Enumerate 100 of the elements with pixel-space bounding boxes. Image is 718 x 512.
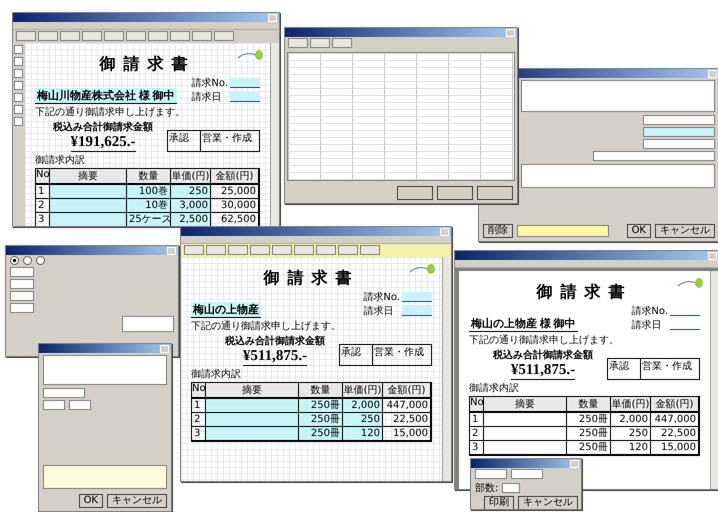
total-label: 税込み合計御請求金額 xyxy=(225,334,325,348)
table-cell: 250冊 xyxy=(567,441,611,455)
input-field[interactable] xyxy=(643,127,715,137)
action-button[interactable] xyxy=(477,186,513,200)
toolbar-button[interactable] xyxy=(228,245,248,255)
close-icon[interactable] xyxy=(268,14,277,22)
format-field[interactable] xyxy=(43,465,167,489)
toolbar-button[interactable] xyxy=(206,245,226,255)
scrollbar[interactable] xyxy=(710,271,718,489)
ok-button[interactable]: OK xyxy=(78,494,103,508)
date-field[interactable] xyxy=(517,225,609,237)
toolbar-button[interactable] xyxy=(360,245,380,255)
close-icon[interactable] xyxy=(167,246,176,254)
invoice-date-label: 請求日 xyxy=(363,304,394,318)
cancel-button[interactable]: キャンセル xyxy=(107,494,167,508)
preview-box xyxy=(122,316,174,332)
toolbar-button[interactable] xyxy=(332,38,352,48)
column-header: 摘要 xyxy=(484,397,567,413)
toolbar-button[interactable] xyxy=(184,245,204,255)
table-cell: 250冊 xyxy=(567,413,611,427)
invoice-number-field xyxy=(230,78,260,88)
column-header: No xyxy=(36,169,50,185)
input-field[interactable] xyxy=(10,303,34,313)
close-icon[interactable] xyxy=(570,460,579,468)
input-field[interactable] xyxy=(43,388,85,398)
invoice-title: 御請求書 xyxy=(98,54,196,75)
text-area[interactable] xyxy=(521,80,715,112)
table-cell: 2,500 xyxy=(171,213,211,226)
toolbar-button[interactable] xyxy=(148,31,168,41)
table-cell: 22,500 xyxy=(383,413,431,427)
table-cell: 15,000 xyxy=(651,441,699,455)
toolbar-button[interactable] xyxy=(294,245,314,255)
toolbar-button[interactable] xyxy=(104,31,124,41)
delete-button[interactable]: 削除 xyxy=(483,224,513,238)
radio-button[interactable] xyxy=(10,256,19,265)
close-icon[interactable] xyxy=(440,228,449,236)
toolbar-button[interactable] xyxy=(250,245,270,255)
cancel-button[interactable]: キャンセル xyxy=(518,496,578,509)
toolbar-button[interactable] xyxy=(192,31,212,41)
invoice-note: 下記の通り御請求申し上げます。 xyxy=(35,106,186,119)
input-field[interactable] xyxy=(69,400,91,410)
toolbar-button[interactable] xyxy=(126,31,146,41)
toolbar-button[interactable] xyxy=(16,31,36,41)
print-button[interactable]: 印刷 xyxy=(484,496,514,509)
column-header: 摘要 xyxy=(206,383,299,399)
section-label: 御請求内訳 xyxy=(35,154,86,167)
scrollbar[interactable] xyxy=(442,257,451,481)
close-icon[interactable] xyxy=(160,344,169,352)
copies-field[interactable] xyxy=(502,483,520,493)
dropdown-field[interactable] xyxy=(593,151,715,161)
radio-button[interactable] xyxy=(36,256,45,265)
input-field[interactable] xyxy=(10,291,34,301)
invoice-number-label: 請求No. xyxy=(363,290,400,304)
customer-name[interactable]: 梅山川物産株式会社 様 御中 xyxy=(35,88,176,104)
table-cell: 15,000 xyxy=(383,427,431,441)
toolbar-button[interactable] xyxy=(316,245,336,255)
invoice-number-field xyxy=(402,292,432,302)
input-field[interactable] xyxy=(10,267,34,277)
toolbar-button[interactable] xyxy=(272,245,292,255)
table-cell: 447,000 xyxy=(383,399,431,413)
cancel-button[interactable]: キャンセル xyxy=(655,224,715,238)
close-icon[interactable] xyxy=(708,252,717,260)
input-field[interactable] xyxy=(643,115,715,125)
result-list[interactable] xyxy=(521,164,715,188)
stamp-label: 営業・作成 xyxy=(641,360,693,374)
table-cell: 10巻 xyxy=(127,199,171,213)
table-cell: 2 xyxy=(470,427,484,441)
dropdown-field[interactable] xyxy=(511,469,543,479)
toolbar-button[interactable] xyxy=(82,31,102,41)
action-button[interactable] xyxy=(397,186,433,200)
table-cell: 120 xyxy=(611,441,651,455)
toolbar-button[interactable] xyxy=(288,38,308,48)
input-field[interactable] xyxy=(643,139,715,149)
data-grid[interactable] xyxy=(287,52,515,181)
action-button[interactable] xyxy=(437,186,473,200)
close-icon[interactable] xyxy=(506,28,515,36)
radio-button[interactable] xyxy=(23,256,32,265)
toolbar-button[interactable] xyxy=(338,245,358,255)
toolbar-button[interactable] xyxy=(310,38,330,48)
scrollbar[interactable] xyxy=(270,43,279,226)
column-header: 数量 xyxy=(127,169,171,185)
toolbar-button[interactable] xyxy=(214,31,234,41)
text-area[interactable] xyxy=(43,355,167,385)
toolbar-button[interactable] xyxy=(60,31,80,41)
ok-button[interactable]: OK xyxy=(626,224,651,238)
total-amount: ¥511,875.- xyxy=(242,348,308,366)
customer-name[interactable]: 梅山の上物産 xyxy=(191,302,261,318)
stamp-label: 営業・作成 xyxy=(373,346,425,360)
input-field[interactable] xyxy=(43,400,65,410)
invoice-note: 下記の通り御請求申し上げます。 xyxy=(469,334,620,347)
invoice-number-label: 請求No. xyxy=(631,304,668,318)
close-icon[interactable] xyxy=(708,70,717,78)
toolbar-button[interactable] xyxy=(170,31,190,41)
total-label: 税込み合計御請求金額 xyxy=(493,348,593,362)
table-cell: 30,000 xyxy=(211,199,259,213)
input-field[interactable] xyxy=(10,279,34,289)
column-header: 数量 xyxy=(299,383,343,399)
table-cell: 3 xyxy=(470,441,484,455)
toolbar-button[interactable] xyxy=(38,31,58,41)
dropdown-field[interactable] xyxy=(475,469,507,479)
